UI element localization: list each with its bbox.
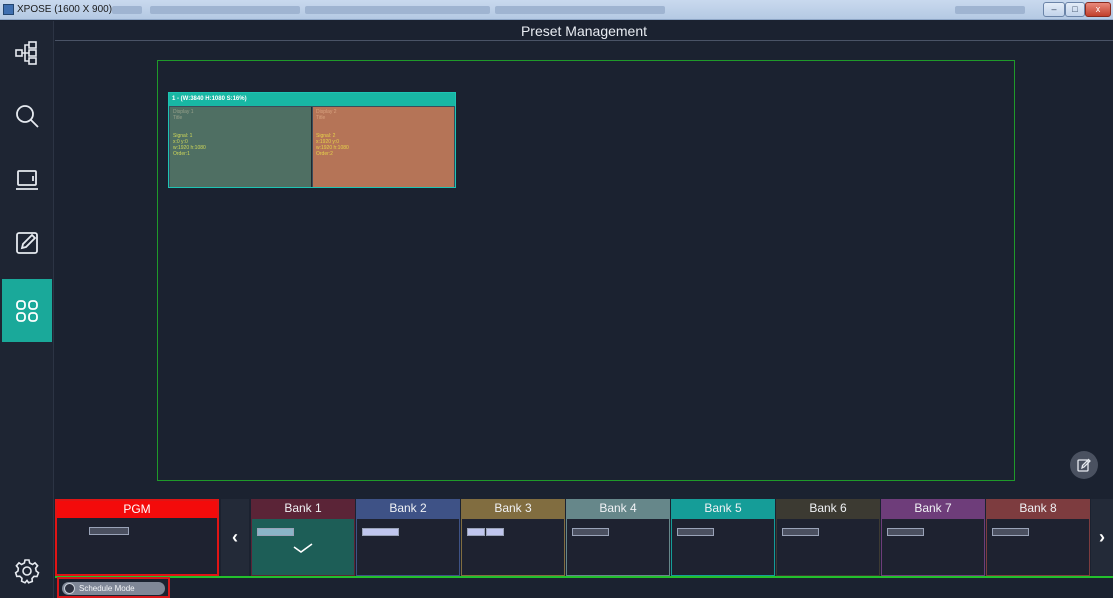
schedule-mode-toggle[interactable]: Schedule Mode (62, 582, 165, 595)
schedule-mode-label: Schedule Mode (79, 584, 135, 593)
bank-thumbnail (992, 528, 1029, 536)
status-line (55, 576, 1113, 578)
taskbar-blur (955, 6, 1025, 14)
bank-3[interactable]: Bank 3 (461, 499, 565, 576)
bank-preview (881, 518, 985, 576)
maximize-button[interactable]: □ (1065, 2, 1085, 17)
search-icon (16, 105, 39, 128)
sidebar-item-preset[interactable] (2, 279, 52, 342)
bank-thumbnail (677, 528, 714, 536)
bank-preview (671, 518, 775, 576)
pgm-label: PGM (57, 501, 217, 518)
taskbar-blur (112, 6, 142, 14)
sidebar (0, 21, 54, 598)
bank-thumbnail (362, 528, 399, 536)
bank-label: Bank 4 (566, 499, 670, 518)
sidebar-item-topology[interactable] (0, 23, 54, 83)
bank-label: Bank 7 (881, 499, 985, 518)
bank-thumbnail (782, 528, 819, 536)
layout-header: 1 - (W:3840 H:1080 S:16%) (169, 93, 455, 106)
edit-icon (16, 232, 38, 254)
sidebar-item-edit[interactable] (0, 213, 54, 273)
bank-thumbnail (486, 528, 504, 536)
minimize-button[interactable]: – (1043, 2, 1065, 17)
app-root: XPOSE (1600 X 900) – □ x Preset Manageme… (0, 0, 1113, 598)
layer-layout[interactable]: 1 - (W:3840 H:1080 S:16%) Display 1 Titl… (168, 92, 456, 188)
bank-label: Bank 8 (986, 499, 1090, 518)
window-order: Order:1 (173, 151, 190, 157)
toggle-knob (64, 583, 75, 594)
window-1[interactable]: Display 1 Title Signal: 1 x:0 y:0 w:1920… (170, 107, 312, 187)
bank-label: Bank 5 (671, 499, 775, 518)
bank-8[interactable]: Bank 8 (986, 499, 1090, 576)
preset-grid-icon (16, 299, 38, 322)
taskbar-blur (150, 6, 300, 14)
bank-7[interactable]: Bank 7 (881, 499, 985, 576)
window-title: XPOSE (1600 X 900) (17, 4, 113, 15)
edit-preset-button[interactable] (1070, 451, 1098, 479)
bank-label: Bank 2 (356, 499, 460, 518)
bank-thumbnail (257, 528, 294, 536)
window-2[interactable]: Display 2 Title Signal: 2 x:1920 y:0 w:1… (313, 107, 454, 187)
pgm-panel[interactable]: PGM (55, 499, 219, 576)
bank-preview (356, 518, 460, 576)
page-header: Preset Management (55, 21, 1113, 41)
check-icon (293, 543, 313, 553)
window-titlebar: XPOSE (1600 X 900) – □ x (0, 0, 1113, 20)
bank-4[interactable]: Bank 4 (566, 499, 670, 576)
bank-thumbnail (887, 528, 924, 536)
taskbar-blur (305, 6, 490, 14)
pgm-thumbnail (89, 527, 129, 535)
bank-label: Bank 6 (776, 499, 880, 518)
bank-2[interactable]: Bank 2 (356, 499, 460, 576)
page-title: Preset Management (520, 23, 648, 39)
bank-preview (776, 518, 880, 576)
taskbar-blur (495, 6, 665, 14)
bank-preview (251, 518, 355, 576)
prev-bank-button[interactable]: ‹ (221, 499, 249, 576)
bank-preview (986, 518, 1090, 576)
schedule-mode-highlight: Schedule Mode (57, 577, 170, 598)
app-logo-icon (3, 4, 14, 15)
bank-thumbnail (467, 528, 485, 536)
edit-icon (1077, 458, 1091, 472)
bank-label: Bank 1 (251, 499, 355, 518)
close-button[interactable]: x (1085, 2, 1111, 17)
bank-thumbnail (572, 528, 609, 536)
window-order: Order:2 (316, 151, 333, 157)
sidebar-item-settings[interactable] (0, 541, 54, 598)
next-bank-button[interactable]: › (1091, 499, 1113, 576)
bank-preview (566, 518, 670, 576)
sidebar-item-display[interactable] (0, 150, 54, 210)
sidebar-item-search[interactable] (0, 86, 54, 146)
bank-preview (461, 518, 565, 576)
settings-icon (14, 559, 40, 584)
bank-1[interactable]: Bank 1 (251, 499, 355, 576)
bank-label: Bank 3 (461, 499, 565, 518)
bank-6[interactable]: Bank 6 (776, 499, 880, 576)
topology-icon (15, 41, 37, 65)
display-icon (16, 170, 38, 190)
bank-5[interactable]: Bank 5 (671, 499, 775, 576)
